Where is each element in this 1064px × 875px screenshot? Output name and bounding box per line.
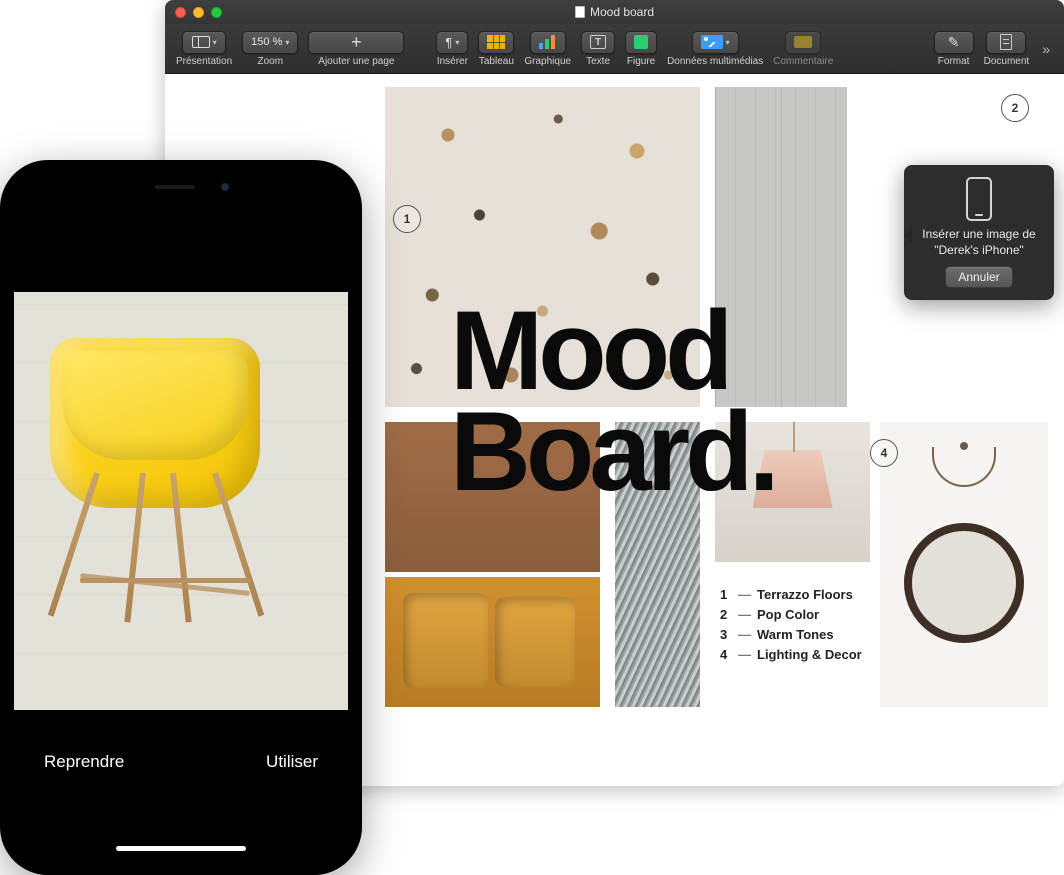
table-label: Tableau [479,56,514,67]
image-fur[interactable] [615,422,700,707]
maximize-button[interactable] [211,7,222,18]
document-label: Document [984,56,1030,67]
comment-button[interactable]: Commentaire [770,31,836,67]
panel-icon [192,36,210,48]
zoom-label: Zoom [257,56,283,67]
text-label: Texte [586,56,610,67]
mirror-ring [904,523,1024,643]
doc-icon [1000,34,1012,50]
plus-icon: + [351,33,362,51]
mirror-hanger [932,442,996,487]
phone-icon [966,177,992,221]
chart-button[interactable]: Graphique [521,31,574,67]
zoom-value: 150 % [251,36,282,48]
legend-row: 4—Lighting & Decor [720,645,862,665]
brush-icon: ✎ [948,34,960,51]
insert-label: Insérer [437,56,468,67]
image-concrete[interactable] [715,87,847,407]
iphone-device: Reprendre Utiliser [0,160,362,875]
legend-row: 2—Pop Color [720,605,862,625]
window-title: Mood board [165,5,1064,19]
text-icon: T [590,35,606,49]
titlebar: Mood board [165,0,1064,24]
add-page-button[interactable]: + Ajouter une page [305,31,407,67]
toolbar: ▾ Présentation 150 %▾ Zoom + Ajouter une… [165,24,1064,74]
format-label: Format [938,56,970,67]
home-indicator[interactable] [116,846,246,851]
document-button[interactable]: Document [981,31,1033,67]
image-sofa[interactable] [385,577,600,707]
legend-row: 3—Warm Tones [720,625,862,645]
window-controls [175,7,222,18]
chart-icon [539,35,557,49]
yellow-chair [40,328,270,568]
camera-controls: Reprendre Utiliser [14,705,348,861]
cancel-button[interactable]: Annuler [945,266,1012,288]
table-button[interactable]: Tableau [475,31,517,67]
continuity-camera-popover: Insérer une image de "Derek's iPhone" An… [904,165,1054,300]
table-icon [487,35,505,49]
document-icon [575,6,585,18]
legend-row: 1—Terrazzo Floors [720,585,862,605]
media-label: Données multimédias [667,56,763,67]
insert-button[interactable]: ¶▾ Insérer [433,31,471,67]
notch [101,174,261,200]
image-wood[interactable] [385,422,600,572]
text-button[interactable]: T Texte [578,31,618,67]
format-button[interactable]: ✎ Format [931,31,977,67]
paragraph-icon: ¶ [445,35,452,50]
image-mirror[interactable] [880,422,1048,707]
comment-label: Commentaire [773,56,833,67]
minimize-button[interactable] [193,7,204,18]
media-button[interactable]: ▾ Données multimédias [664,31,766,67]
iphone-screen: Reprendre Utiliser [14,174,348,861]
zoom-button[interactable]: 150 %▾ Zoom [239,31,301,67]
chart-label: Graphique [524,56,571,67]
use-photo-button[interactable]: Utiliser [258,744,326,780]
shape-label: Figure [627,56,655,67]
add-page-label: Ajouter une page [318,56,394,67]
toolbar-overflow[interactable]: » [1036,41,1056,57]
marker-1[interactable]: 1 [393,205,421,233]
image-terrazzo[interactable] [385,87,700,407]
image-lamp[interactable] [715,422,870,562]
popover-text: Insérer une image de "Derek's iPhone" [918,227,1040,258]
captured-photo [14,292,348,710]
comment-icon [794,36,812,48]
shape-icon [634,35,648,49]
close-button[interactable] [175,7,186,18]
media-icon [701,35,723,49]
view-label: Présentation [176,56,232,67]
marker-4[interactable]: 4 [870,439,898,467]
view-button[interactable]: ▾ Présentation [173,31,235,67]
legend[interactable]: 1—Terrazzo Floors 2—Pop Color 3—Warm Ton… [720,585,862,666]
shape-button[interactable]: Figure [622,31,660,67]
marker-2[interactable]: 2 [1001,94,1029,122]
retake-button[interactable]: Reprendre [36,744,132,780]
